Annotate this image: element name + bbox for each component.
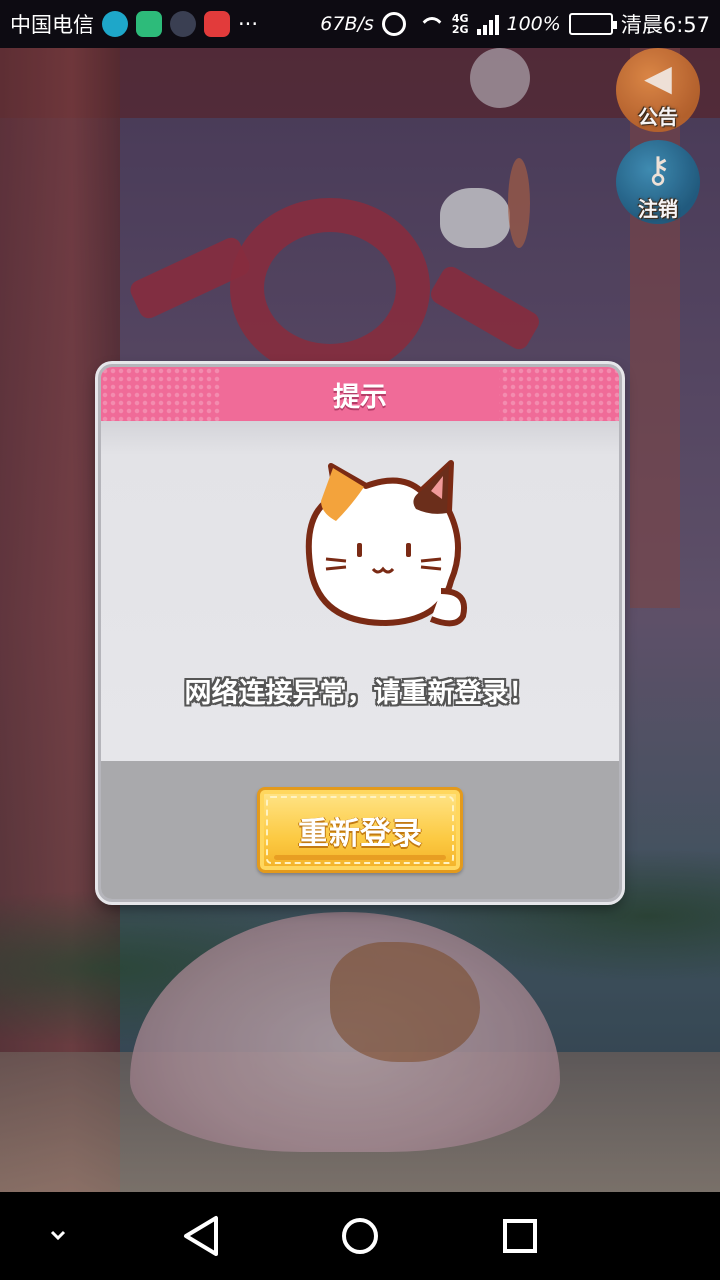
hide-nav-button[interactable] (40, 1220, 76, 1250)
compass-app-icon (170, 11, 196, 37)
home-button[interactable] (340, 1216, 380, 1256)
security-shield-icon (136, 11, 162, 37)
battery-percent: 100% (506, 13, 561, 35)
network-type: 4G 2G (452, 13, 469, 35)
key-icon: ⚷ (644, 150, 672, 191)
clock: 清晨6:57 (620, 13, 710, 37)
wifi-icon (414, 13, 444, 35)
logout-button[interactable]: ⚷ 注销 (616, 140, 700, 224)
chevron-down-icon (50, 1230, 66, 1241)
home-circle-icon (342, 1218, 378, 1254)
notice-label: 公告 (638, 105, 678, 129)
battery-icon (568, 13, 617, 35)
dialog-header: 提示 (101, 367, 619, 421)
recent-square-icon (503, 1219, 537, 1253)
relogin-button-label: 重新登录 (298, 815, 422, 852)
dialog-footer: 重新登录 (101, 761, 619, 899)
dialog-title: 提示 (333, 381, 387, 413)
cat-illustration (305, 460, 467, 627)
recent-apps-button[interactable] (502, 1218, 538, 1254)
megaphone-icon: ◀ (644, 58, 672, 99)
back-triangle-icon (184, 1216, 218, 1256)
alert-dialog: 提示 网络连接异常，请重新登录！ 重新登录 (98, 364, 622, 902)
network-speed: 67B/s (320, 13, 374, 35)
more-notifications-icon: ··· (238, 12, 259, 36)
network-type-bottom: 2G (451, 23, 469, 36)
dialog-body: 网络连接异常，请重新登录！ (101, 421, 619, 761)
alarm-icon (381, 12, 406, 36)
navigation-bar (0, 1192, 720, 1280)
error-message: 网络连接异常，请重新登录！ (184, 678, 536, 709)
carrier-label: 中国电信 (10, 13, 94, 37)
relogin-button[interactable]: 重新登录 (257, 787, 463, 873)
logout-label: 注销 (638, 197, 678, 221)
status-bar: 中国电信 ··· 67B/s 4G 2G 100% 清晨6:57 (0, 0, 720, 48)
notice-button[interactable]: ◀ 公告 (616, 48, 700, 132)
signal-icon (476, 13, 499, 35)
cloud-app-icon (204, 11, 230, 37)
back-button[interactable] (176, 1214, 226, 1258)
timer-app-icon (102, 11, 128, 37)
